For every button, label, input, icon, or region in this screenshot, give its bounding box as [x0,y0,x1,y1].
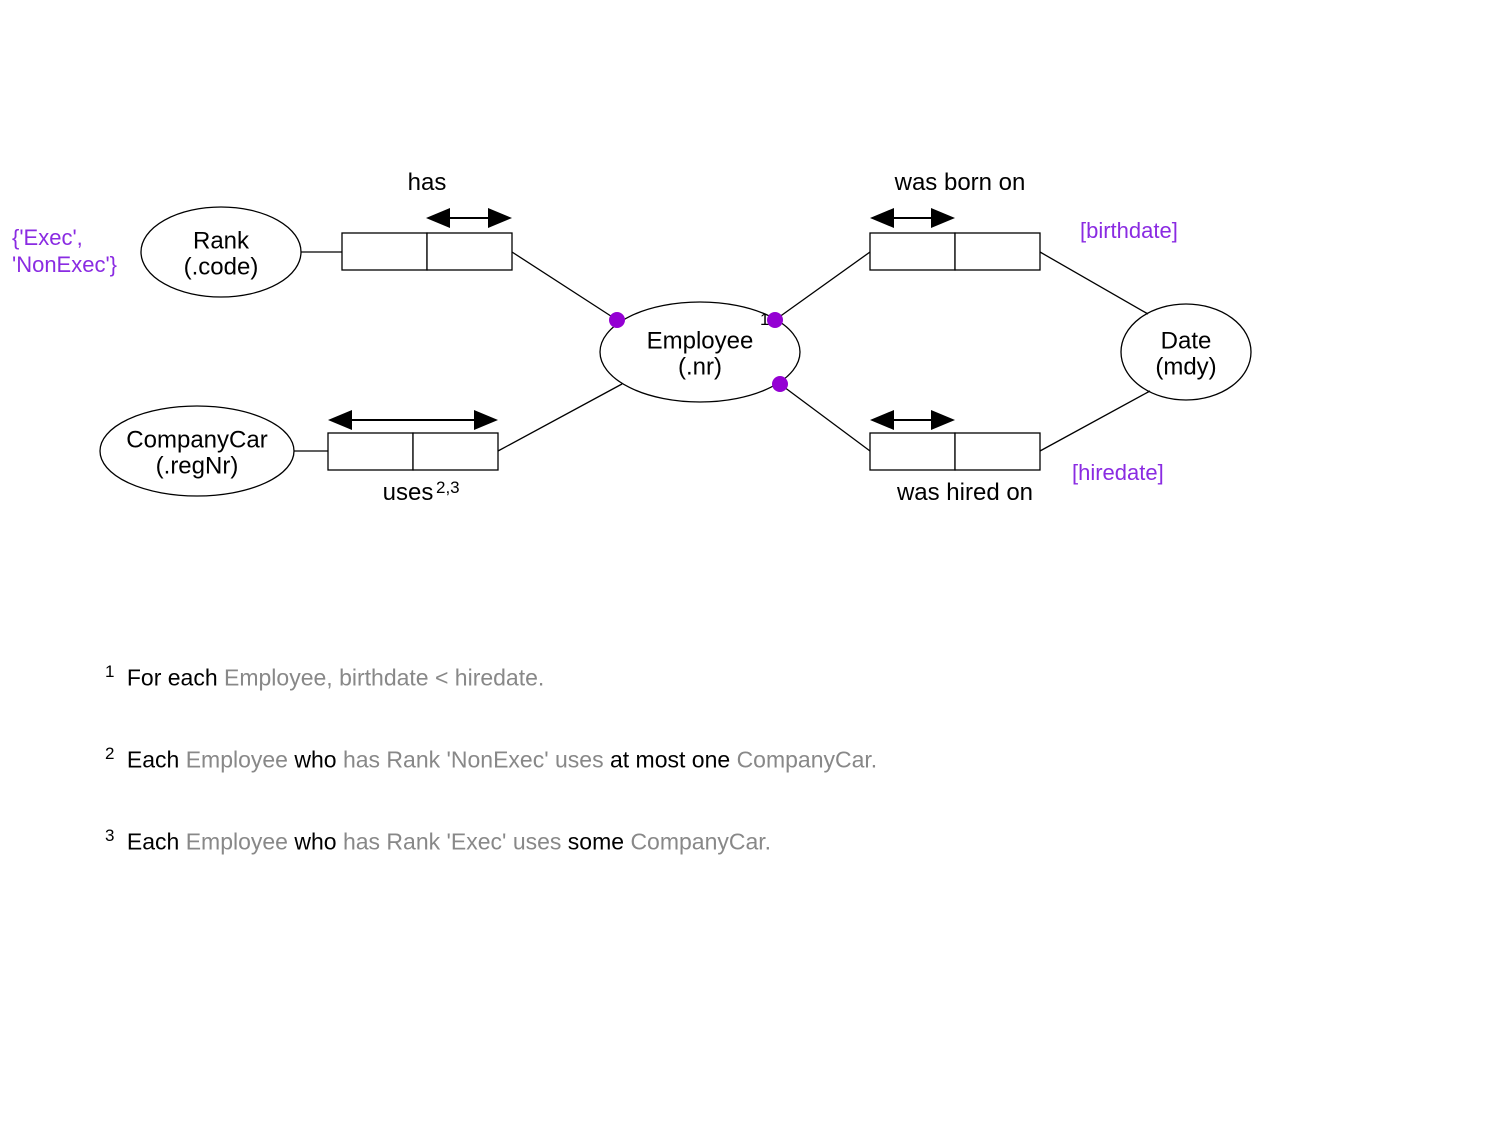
predicate-uses-sup: 2,3 [436,478,460,497]
orm-diagram: Rank (.code) {'Exec', 'NonExec'} Company… [0,0,1500,1126]
footnote-3-g2: has Rank 'Exec' uses [343,828,568,854]
footnote-1: 1 For each Employee, birthdate < hiredat… [105,660,1105,694]
predicate-has-label: has [408,169,447,196]
footnote-2-g2: has Rank 'NonExec' uses [343,747,610,773]
entity-employee-ref: (.nr) [678,353,722,380]
predicate-uses: uses 2,3 [328,420,498,506]
footnote-1-num: 1 [105,662,114,681]
footnote-3-m2: some [568,828,631,854]
footnote-1-gray: Employee, birthdate < hiredate. [224,665,544,691]
footnote-2-g1: Employee [186,747,295,773]
footnote-3-g3: CompanyCar. [630,828,771,854]
predicate-born: was born on [870,169,1040,270]
connector-hired-date [1040,391,1150,451]
mandatory-dot-born [767,312,783,328]
footnote-2-m1: who [294,747,343,773]
entity-date-name: Date [1161,327,1212,354]
footnote-3-pre: Each [127,828,186,854]
connector-uses-employee [498,384,622,451]
footnote-2: 2 Each Employee who has Rank 'NonExec' u… [105,742,1105,776]
footnote-3-num: 3 [105,826,114,845]
footnote-1-pre: For each [127,665,224,691]
footnotes: 1 For each Employee, birthdate < hiredat… [105,660,1105,906]
predicate-hired-label: was hired on [896,479,1033,506]
connector-employee-born [775,252,870,320]
rolename-hiredate: [hiredate] [1072,460,1164,485]
connector-has-employee [512,252,617,320]
footnote-2-pre: Each [127,747,186,773]
predicate-hired: was hired on [870,420,1040,506]
predicate-has: has [342,169,512,270]
entity-date-ref: (mdy) [1155,353,1216,380]
predicate-uses-label: uses [383,479,434,506]
entity-rank-name: Rank [193,227,250,254]
mandatory-dot-hired [772,376,788,392]
footnote-3-m1: who [294,828,343,854]
entity-rank-ref: (.code) [184,253,259,280]
predicate-born-label: was born on [894,169,1026,196]
footnote-2-m2: at most one [610,747,737,773]
footnote-2-num: 2 [105,744,114,763]
footnote-2-g3: CompanyCar. [737,747,878,773]
connector-employee-hired [780,384,870,451]
rolename-birthdate: [birthdate] [1080,218,1178,243]
footnote-3-g1: Employee [186,828,295,854]
entity-employee-name: Employee [647,327,754,354]
rank-value-constraint-l1: {'Exec', [12,225,83,250]
footnote-3: 3 Each Employee who has Rank 'Exec' uses… [105,824,1105,858]
entity-companycar-ref: (.regNr) [156,452,239,479]
mandatory-dot-has [609,312,625,328]
rank-value-constraint-l2: 'NonExec'} [12,252,117,277]
entity-companycar-name: CompanyCar [126,426,267,453]
connector-born-date [1040,252,1148,314]
